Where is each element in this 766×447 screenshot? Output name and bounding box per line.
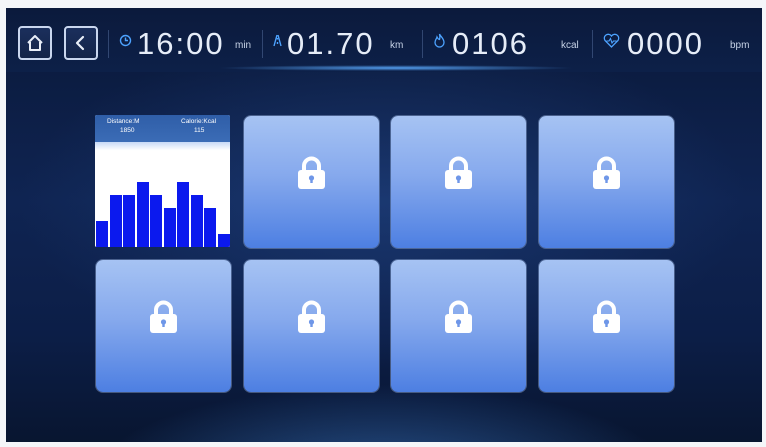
- lock-icon: [593, 156, 620, 189]
- profile-bar: [190, 195, 203, 247]
- heart-rate-icon: [603, 33, 620, 48]
- distance-unit: km: [390, 40, 404, 51]
- screen-frame-right: [762, 0, 766, 447]
- lock-icon: [445, 156, 472, 189]
- home-button[interactable]: [18, 26, 52, 60]
- program-tile-header: Distance:M Calorie:Kcal 1850 115: [95, 115, 230, 142]
- profile-bar: [217, 234, 230, 247]
- status-bar: 16:00 min 01.70 km 0106 kcal 0000 bpm: [6, 8, 762, 72]
- time-value: 16:00: [137, 26, 225, 61]
- heart-rate-unit: bpm: [730, 40, 750, 51]
- program-tile-locked[interactable]: [244, 116, 379, 248]
- lock-icon: [298, 300, 325, 333]
- screen-frame-top: [0, 0, 766, 8]
- program-tile-locked[interactable]: [96, 260, 231, 392]
- distance-label: Distance:M: [107, 118, 140, 125]
- distance-value: 01.70: [287, 26, 375, 61]
- lock-icon: [298, 156, 325, 189]
- profile-bar: [150, 195, 162, 247]
- profile-bar: [177, 182, 189, 247]
- clock-icon: [119, 34, 132, 47]
- profile-bar: [204, 208, 216, 247]
- divider: [262, 30, 263, 58]
- status-bar-glow: [216, 65, 576, 71]
- divider: [108, 30, 109, 58]
- heart-rate-value: 0000: [627, 26, 704, 61]
- program-tile-locked[interactable]: [539, 116, 674, 248]
- home-icon: [27, 35, 43, 51]
- program-tile-custom[interactable]: Distance:M Calorie:Kcal 1850 115: [95, 115, 230, 247]
- calories-value: 0106: [452, 26, 529, 61]
- calorie-label: Calorie:Kcal: [181, 118, 217, 125]
- program-tile-locked[interactable]: [391, 116, 526, 248]
- back-button[interactable]: [64, 26, 98, 60]
- time-unit: min: [235, 40, 252, 51]
- profile-bar: [109, 195, 122, 247]
- lock-icon: [150, 300, 177, 333]
- screen-frame-bottom: [0, 442, 766, 447]
- profile-bar: [163, 208, 176, 247]
- divider: [422, 30, 423, 58]
- lock-icon: [445, 300, 472, 333]
- profile-bar: [136, 182, 149, 247]
- flame-icon: [434, 33, 445, 48]
- program-tile-locked[interactable]: [244, 260, 379, 392]
- chevron-left-icon: [75, 35, 85, 51]
- distance-value: 1850: [120, 127, 135, 134]
- calories-unit: kcal: [561, 40, 579, 51]
- profile-bar: [123, 195, 135, 247]
- road-icon: [273, 34, 282, 47]
- program-tile-locked[interactable]: [539, 260, 674, 392]
- divider: [592, 30, 593, 58]
- profile-bar: [96, 221, 108, 247]
- calorie-value: 115: [194, 127, 205, 134]
- profile-chart: [95, 142, 230, 247]
- program-tile-locked[interactable]: [391, 260, 526, 392]
- lock-icon: [593, 300, 620, 333]
